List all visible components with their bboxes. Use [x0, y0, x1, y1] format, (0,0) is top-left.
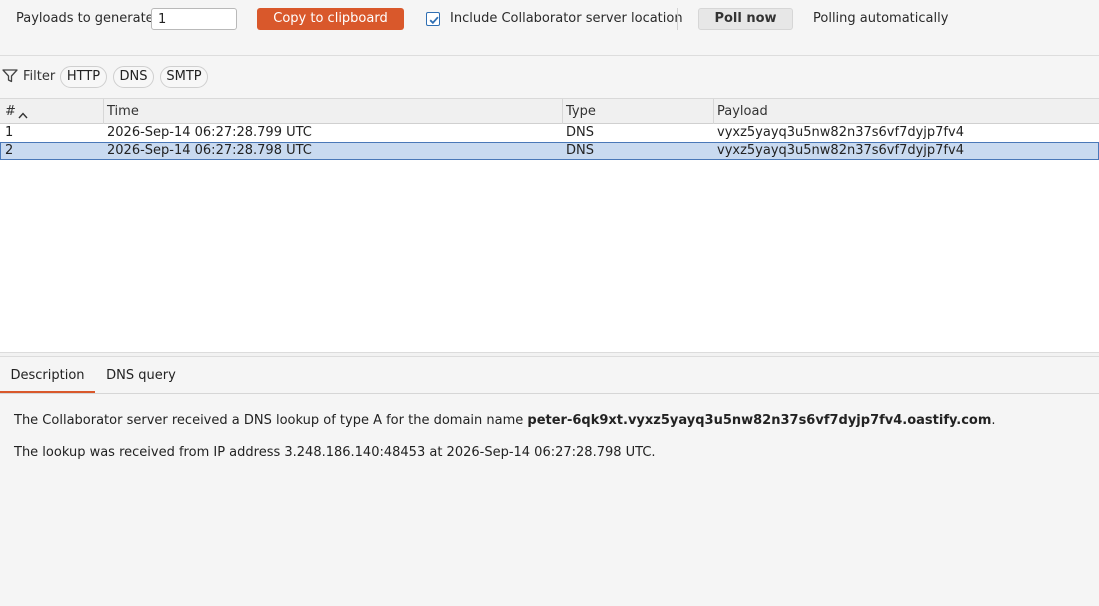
column-header-number[interactable]: #: [5, 99, 16, 124]
checkmark-icon: [429, 16, 439, 25]
payloads-label: Payloads to generate:: [16, 11, 159, 26]
include-server-location-label[interactable]: Include Collaborator server location: [450, 11, 683, 26]
toolbar-divider-line: [0, 55, 1099, 56]
pane-splitter[interactable]: [0, 352, 1099, 357]
column-divider[interactable]: [103, 99, 104, 124]
include-server-location-checkbox[interactable]: [426, 12, 440, 26]
copy-to-clipboard-button[interactable]: Copy to clipboard: [257, 8, 404, 30]
payloads-count-input[interactable]: [151, 8, 237, 30]
table-header: # Time Type Payload: [0, 98, 1099, 124]
column-header-payload[interactable]: Payload: [717, 99, 768, 124]
filter-label[interactable]: Filter: [23, 69, 55, 84]
filter-icon[interactable]: [2, 69, 18, 87]
row-number-cell: 1: [5, 125, 14, 140]
description-domain: peter-6qk9xt.vyxz5yayq3u5nw82n37s6vf7dyj…: [527, 413, 992, 428]
poll-now-button[interactable]: Poll now: [698, 8, 793, 30]
row-time-cell: 2026-Sep-14 06:27:28.799 UTC: [107, 125, 312, 140]
column-divider[interactable]: [562, 99, 563, 124]
table-row[interactable]: 1 2026-Sep-14 06:27:28.799 UTC DNS vyxz5…: [0, 124, 1099, 142]
polling-status: Polling automatically: [813, 11, 949, 26]
description-line-2: The lookup was received from IP address …: [14, 445, 656, 460]
table-row-selected[interactable]: 2 2026-Sep-14 06:27:28.798 UTC DNS vyxz5…: [0, 142, 1099, 160]
filter-chip-http[interactable]: HTTP: [60, 66, 107, 88]
row-type-cell: DNS: [566, 143, 594, 158]
interactions-table: # Time Type Payload 1 2026-Sep-14 06:27:…: [0, 98, 1099, 353]
column-divider[interactable]: [713, 99, 714, 124]
description-line-1: The Collaborator server received a DNS l…: [14, 413, 996, 428]
description-suffix: .: [991, 413, 996, 428]
description-panel: The Collaborator server received a DNS l…: [0, 395, 1099, 606]
toolbar-divider: [677, 8, 678, 30]
details-tab-bar: Description DNS query: [0, 358, 1099, 394]
tab-dns-query[interactable]: DNS query: [95, 358, 187, 393]
filter-chip-smtp[interactable]: SMTP: [160, 66, 208, 88]
row-time-cell: 2026-Sep-14 06:27:28.798 UTC: [107, 143, 312, 158]
row-type-cell: DNS: [566, 125, 594, 140]
column-header-time[interactable]: Time: [107, 99, 139, 124]
row-payload-cell: vyxz5yayq3u5nw82n37s6vf7dyjp7fv4: [717, 143, 964, 158]
column-header-type[interactable]: Type: [566, 99, 596, 124]
sort-ascending-icon[interactable]: [18, 108, 28, 123]
row-number-cell: 2: [5, 143, 14, 158]
row-payload-cell: vyxz5yayq3u5nw82n37s6vf7dyjp7fv4: [717, 125, 964, 140]
filter-chip-dns[interactable]: DNS: [113, 66, 154, 88]
collaborator-toolbar: Payloads to generate: Copy to clipboard …: [0, 0, 1099, 38]
tab-description[interactable]: Description: [0, 358, 95, 393]
description-prefix: The Collaborator server received a DNS l…: [14, 413, 528, 428]
